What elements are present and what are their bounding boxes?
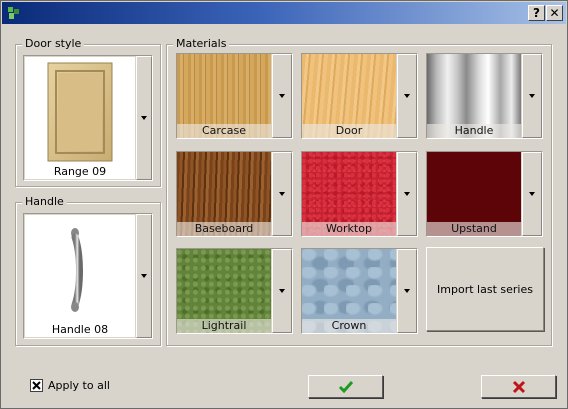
handle-material-dropdown-button[interactable] [522, 54, 542, 138]
handle-preview[interactable]: Handle 08 [25, 215, 135, 337]
handle-dropdown-button[interactable] [136, 214, 152, 338]
material-label: Handle [427, 124, 521, 138]
material-handle[interactable]: Handle [426, 53, 543, 139]
material-carcase[interactable]: Carcase [176, 53, 293, 139]
material-label: Baseboard [177, 222, 271, 236]
material-label: Worktop [302, 222, 396, 236]
door-style-dropdown-button[interactable] [136, 56, 152, 180]
material-door[interactable]: Door [301, 53, 418, 139]
lightrail-dropdown-button[interactable] [272, 249, 292, 333]
materials-group-label: Materials [173, 37, 230, 51]
carcase-dropdown-button[interactable] [272, 54, 292, 138]
chevron-down-icon [279, 192, 285, 196]
material-upstand[interactable]: Upstand [426, 151, 543, 237]
close-icon [512, 380, 526, 394]
handle-selector[interactable]: Handle 08 [23, 213, 153, 339]
door-image [47, 62, 113, 162]
material-crown[interactable]: Crown [301, 248, 418, 334]
chevron-down-icon [404, 94, 410, 98]
door-style-name: Range 09 [25, 164, 135, 179]
cancel-button[interactable] [481, 375, 556, 398]
handle-group: Handle Handle 08 [15, 195, 161, 346]
help-button[interactable]: ? [528, 5, 545, 21]
check-icon [338, 381, 354, 394]
upstand-dropdown-button[interactable] [522, 152, 542, 236]
apply-to-all-checkbox[interactable] [30, 379, 43, 392]
chevron-down-icon [404, 192, 410, 196]
chevron-down-icon [141, 274, 147, 278]
chevron-down-icon [529, 94, 535, 98]
chevron-down-icon [404, 289, 410, 293]
material-label: Door [302, 124, 396, 138]
door-style-group: Door style Range 09 [15, 37, 161, 187]
chevron-down-icon [529, 192, 535, 196]
handle-group-label: Handle [22, 195, 67, 209]
worktop-dropdown-button[interactable] [397, 152, 417, 236]
material-label: Carcase [177, 124, 271, 138]
title-bar: ? ✕ [2, 2, 566, 24]
baseboard-dropdown-button[interactable] [272, 152, 292, 236]
door-dropdown-button[interactable] [397, 54, 417, 138]
chevron-down-icon [279, 289, 285, 293]
app-icon [8, 7, 19, 19]
close-button[interactable]: ✕ [546, 5, 563, 21]
crown-dropdown-button[interactable] [397, 249, 417, 333]
material-dialog: ? ✕ Door style Range 09 Handle Handle 08… [0, 0, 568, 409]
apply-to-all-label: Apply to all [48, 379, 110, 392]
handle-name: Handle 08 [25, 322, 135, 337]
material-label: Crown [302, 319, 396, 333]
handle-image [71, 228, 83, 312]
ok-button[interactable] [308, 375, 383, 398]
material-baseboard[interactable]: Baseboard [176, 151, 293, 237]
checkmark-x-icon [32, 381, 41, 390]
chevron-down-icon [279, 94, 285, 98]
chevron-down-icon [141, 116, 147, 120]
import-last-series-button[interactable]: Import last series [426, 247, 544, 331]
door-preview[interactable]: Range 09 [25, 57, 135, 179]
material-worktop[interactable]: Worktop [301, 151, 418, 237]
door-style-group-label: Door style [22, 37, 85, 51]
material-label: Upstand [427, 222, 521, 236]
material-lightrail[interactable]: Lightrail [176, 248, 293, 334]
material-label: Lightrail [177, 319, 271, 333]
door-style-selector[interactable]: Range 09 [23, 55, 153, 181]
